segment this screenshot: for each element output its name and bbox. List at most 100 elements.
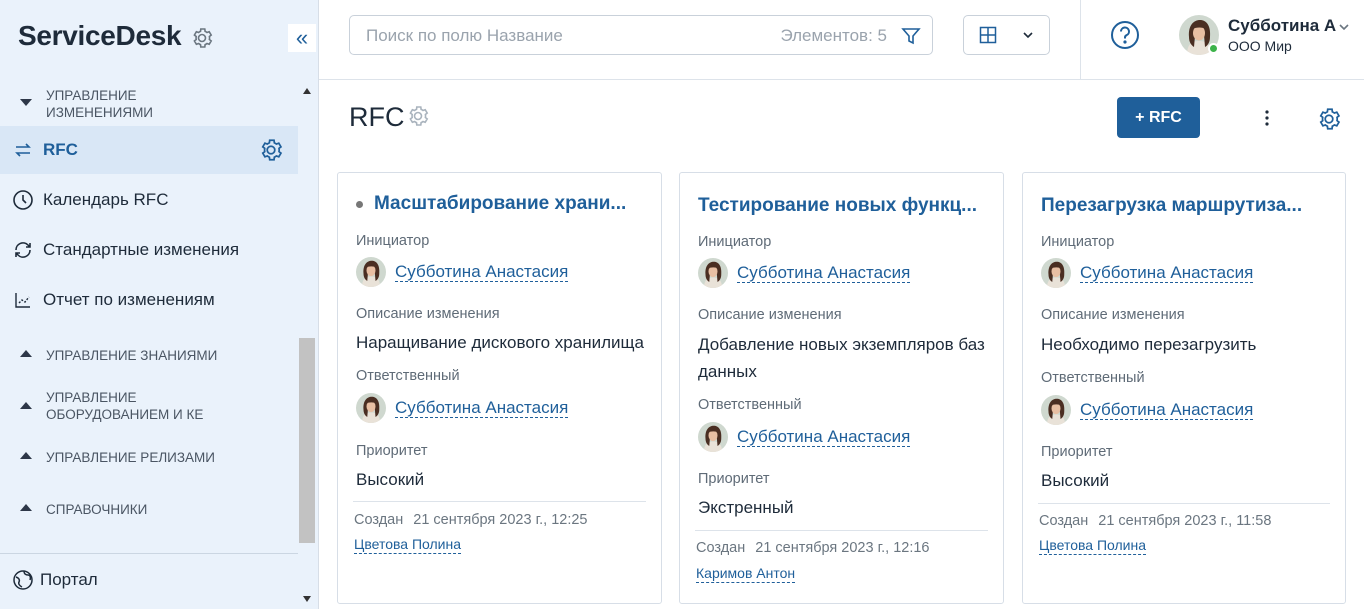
sidebar-item-standard-changes[interactable]: Стандартные изменения <box>0 226 298 274</box>
author-link[interactable]: Цветова Полина <box>1039 537 1147 555</box>
rfc-card[interactable]: Тестирование новых функц... Инициатор Су… <box>679 172 1004 604</box>
page-title: RFC <box>349 102 405 132</box>
search-placeholder: Поиск по полю Название <box>366 26 563 45</box>
initiator[interactable]: Субботина Анастасия <box>356 257 569 287</box>
rfc-card[interactable]: Перезагрузка маршрутиза... Инициатор Суб… <box>1022 172 1346 604</box>
responsible[interactable]: Субботина Анастасия <box>356 393 569 423</box>
rfc-card[interactable]: Масштабирование храни... Инициатор Суббо… <box>337 172 662 604</box>
sidebar-portal-link[interactable]: Портал <box>0 553 298 609</box>
chevron-down-icon <box>1023 32 1033 39</box>
responsible[interactable]: Субботина Анастасия <box>698 422 911 452</box>
field-label: Приоритет <box>1041 444 1113 460</box>
sidebar-item-rfc-calendar[interactable]: Календарь RFC <box>0 176 298 224</box>
created-info: Создан 21 сентября 2023 г., 12:16 <box>696 540 939 556</box>
group-label: СПРАВОЧНИКИ <box>46 502 148 517</box>
scroll-thumb[interactable] <box>299 338 315 543</box>
initiator[interactable]: Субботина Анастасия <box>1041 258 1254 288</box>
field-label: Описание изменения <box>698 307 842 323</box>
items-count: Элементов: 5 <box>780 26 887 45</box>
help-icon[interactable] <box>1109 19 1141 51</box>
sidebar-item-label: Стандартные изменения <box>43 240 240 259</box>
filter-icon[interactable] <box>900 25 922 47</box>
initiator[interactable]: Субботина Анастасия <box>698 258 911 288</box>
divider <box>1038 503 1330 504</box>
created-info: Создан 21 сентября 2023 г., 12:25 <box>354 512 597 528</box>
sidebar-item-label: Отчет по изменениям <box>43 290 215 309</box>
avatar <box>1041 258 1071 288</box>
group-label: УПРАВЛЕНИЕ РЕЛИЗАМИ <box>46 450 215 465</box>
description-value: Наращивание дискового хранилища <box>356 333 644 352</box>
sidebar-item-changes-report[interactable]: Отчет по изменениям <box>0 276 298 324</box>
more-vertical-icon[interactable] <box>1258 106 1276 130</box>
portal-label: Портал <box>40 570 98 589</box>
field-label: Ответственный <box>698 397 802 413</box>
created-date: 21 сентября 2023 г., 12:25 <box>413 512 588 528</box>
user-name[interactable]: Субботина А <box>1228 16 1336 36</box>
card-title[interactable]: Перезагрузка маршрутиза... <box>1041 195 1326 217</box>
created-date: 21 сентября 2023 г., 11:58 <box>1098 513 1272 529</box>
group-label: УПРАВЛЕНИЕ ИЗМЕНЕНИЯМИ <box>46 88 154 120</box>
avatar <box>356 257 386 287</box>
sidebar: ServiceDesk « УПРАВЛЕНИЕ ИЗМЕНЕНИЯМИ RFC… <box>0 0 319 609</box>
group-label: УПРАВЛЕНИЕ ЗНАНИЯМИ <box>46 348 218 363</box>
person-link[interactable]: Субботина Анастасия <box>395 398 569 418</box>
gear-icon[interactable] <box>258 137 284 163</box>
field-label: Инициатор <box>1041 234 1115 250</box>
field-label: Ответственный <box>356 368 460 384</box>
collapse-sidebar-button[interactable]: « <box>288 24 316 52</box>
caret-up-icon <box>20 350 32 357</box>
field-label: Инициатор <box>356 233 430 249</box>
swap-arrows-icon <box>12 139 34 161</box>
unread-dot <box>356 201 363 208</box>
created-date: 21 сентября 2023 г., 12:16 <box>755 540 930 556</box>
sidebar-item-label: RFC <box>43 140 78 159</box>
created-label: Создан <box>1039 513 1089 529</box>
sidebar-item-label: Календарь RFC <box>43 190 169 209</box>
card-title[interactable]: Масштабирование храни... <box>374 193 644 215</box>
view-mode-select[interactable] <box>963 15 1050 55</box>
person-link[interactable]: Субботина Анастасия <box>737 427 911 447</box>
card-title[interactable]: Тестирование новых функц... <box>698 195 978 217</box>
brand-logo[interactable]: ServiceDesk <box>18 20 182 52</box>
search-input[interactable]: Поиск по полю Название Элементов: 5 <box>349 15 933 55</box>
globe-icon <box>13 570 33 590</box>
field-label: Описание изменения <box>1041 307 1185 323</box>
avatar <box>1041 395 1071 425</box>
gear-icon[interactable] <box>406 104 430 128</box>
avatar <box>698 258 728 288</box>
scroll-up-arrow-icon[interactable] <box>303 88 311 94</box>
author-link[interactable]: Каримов Антон <box>696 565 796 583</box>
divider <box>1080 0 1081 80</box>
responsible[interactable]: Субботина Анастасия <box>1041 395 1254 425</box>
created-label: Создан <box>696 540 746 556</box>
caret-up-icon <box>20 452 32 459</box>
created-label: Создан <box>354 512 404 528</box>
priority-value: Экстренный <box>698 498 794 517</box>
sidebar-item-rfc[interactable]: RFC <box>0 126 298 174</box>
description-value: Добавление новых экземпляров баз данных <box>698 335 985 381</box>
gear-icon[interactable] <box>1316 106 1342 132</box>
field-label: Ответственный <box>1041 370 1145 386</box>
field-label: Описание изменения <box>356 306 500 322</box>
priority-value: Высокий <box>1041 471 1110 490</box>
user-org: ООО Мир <box>1228 38 1292 54</box>
chevron-down-icon[interactable] <box>1337 20 1351 34</box>
scroll-down-arrow-icon[interactable] <box>303 596 311 602</box>
field-label: Приоритет <box>356 443 428 459</box>
add-rfc-button[interactable]: + RFC <box>1117 97 1200 138</box>
caret-up-icon <box>20 402 32 409</box>
person-link[interactable]: Субботина Анастасия <box>1080 400 1254 420</box>
caret-down-icon <box>20 99 32 106</box>
created-info: Создан 21 сентября 2023 г., 11:58 <box>1039 513 1281 529</box>
online-status-dot <box>1208 43 1219 54</box>
description-value: Необходимо перезагрузить <box>1041 335 1257 354</box>
person-link[interactable]: Субботина Анастасия <box>737 263 911 283</box>
person-link[interactable]: Субботина Анастасия <box>1080 263 1254 283</box>
sidebar-scrollbar[interactable] <box>298 80 317 609</box>
author-link[interactable]: Цветова Полина <box>354 536 462 554</box>
person-link[interactable]: Субботина Анастасия <box>395 262 569 282</box>
gear-icon[interactable] <box>190 26 214 50</box>
clock-icon <box>12 189 34 211</box>
refresh-icon <box>12 239 34 261</box>
caret-up-icon <box>20 504 32 511</box>
